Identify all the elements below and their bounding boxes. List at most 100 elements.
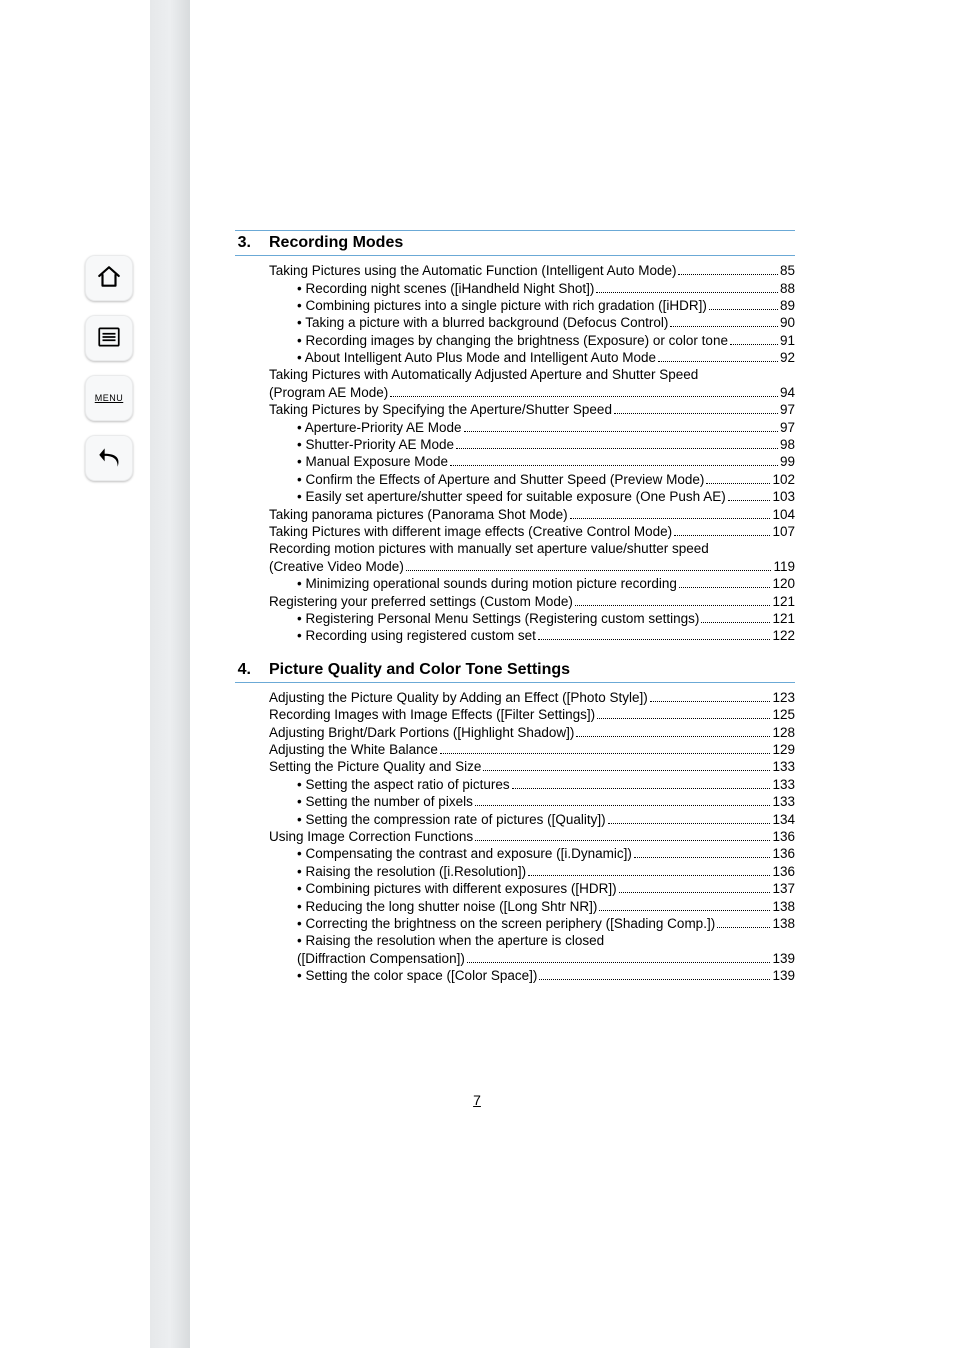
- toc-page-number: 139: [772, 967, 795, 984]
- toc-entry-text: • About Intelligent Auto Plus Mode and I…: [297, 349, 656, 366]
- toc-leader-dots: [597, 706, 770, 719]
- toc-page-number: 122: [772, 627, 795, 644]
- home-button[interactable]: [85, 255, 133, 301]
- toc-page-number: 88: [780, 280, 795, 297]
- toc-page-number: 121: [772, 593, 795, 610]
- toc-sub-entry[interactable]: • Setting the aspect ratio of pictures13…: [269, 776, 795, 793]
- toc-entry[interactable]: Taking panorama pictures (Panorama Shot …: [269, 506, 795, 523]
- toc-entry-text: (Creative Video Mode): [269, 558, 404, 575]
- toc-sub-entry[interactable]: • Shutter-Priority AE Mode98: [269, 436, 795, 453]
- section-number: 3.: [235, 234, 251, 252]
- toc-entry[interactable]: Taking Pictures with different image eff…: [269, 523, 795, 540]
- toc-sub-entry[interactable]: • Combining pictures with different expo…: [269, 880, 795, 897]
- toc-entry[interactable]: Setting the Picture Quality and Size 133: [269, 758, 795, 775]
- toc-entry-text: • Raising the resolution ([i.Resolution]…: [297, 863, 526, 880]
- section-number: 4.: [235, 661, 251, 679]
- toc-entry-text: Registering your preferred settings (Cus…: [269, 593, 573, 610]
- toc-button[interactable]: [85, 315, 133, 361]
- toc-entry[interactable]: (Program AE Mode)94: [269, 384, 795, 401]
- toc-entry[interactable]: (Creative Video Mode) 119: [269, 558, 795, 575]
- toc-entry[interactable]: Adjusting Bright/Dark Portions ([Highlig…: [269, 723, 795, 740]
- toc-leader-dots: [450, 453, 778, 466]
- toolbar: MENU: [85, 255, 137, 481]
- toc-page-number: 136: [772, 845, 795, 862]
- toc-entry[interactable]: Taking Pictures by Specifying the Apertu…: [269, 401, 795, 418]
- toc-page-number: 138: [772, 898, 795, 915]
- toc-sub-entry[interactable]: • Easily set aperture/shutter speed for …: [269, 488, 795, 505]
- toc-page-number: 139: [772, 950, 795, 967]
- toc-entry-text: • Taking a picture with a blurred backgr…: [297, 314, 668, 331]
- toc-sub-entry[interactable]: • Correcting the brightness on the scree…: [269, 915, 795, 932]
- toc-leader-dots: [475, 793, 771, 806]
- toc-sub-entry[interactable]: • Taking a picture with a blurred backgr…: [269, 314, 795, 331]
- toc-sub-entry[interactable]: • Recording using registered custom set 1…: [269, 627, 795, 644]
- toc-sub-entry[interactable]: • Registering Personal Menu Settings (Re…: [269, 610, 795, 627]
- toc-leader-dots: [599, 898, 770, 911]
- toc-sub-entry[interactable]: • Aperture-Priority AE Mode97: [269, 419, 795, 436]
- toc-entry-text: • Setting the color space ([Color Space]…: [297, 967, 537, 984]
- toc-sub-entry[interactable]: • Reducing the long shutter noise ([Long…: [269, 898, 795, 915]
- toc-entry[interactable]: Registering your preferred settings (Cus…: [269, 592, 795, 609]
- toc-sub-entry[interactable]: • About Intelligent Auto Plus Mode and I…: [269, 349, 795, 366]
- toc-page-number: 136: [772, 828, 795, 845]
- toc-entry[interactable]: Taking Pictures using the Automatic Func…: [269, 262, 795, 279]
- toc-sub-entry[interactable]: • Setting the compression rate of pictur…: [269, 811, 795, 828]
- toc-entry[interactable]: Recording motion pictures with manually …: [269, 540, 795, 557]
- toc-entry[interactable]: Adjusting the Picture Quality by Adding …: [269, 689, 795, 706]
- toc-leader-dots: [658, 349, 778, 362]
- menu-button[interactable]: MENU: [85, 375, 133, 421]
- toc-leader-dots: [539, 967, 770, 980]
- toc-page-number: 92: [780, 349, 795, 366]
- toc-leader-dots: [475, 828, 770, 841]
- toc-sub-entry[interactable]: • Setting the color space ([Color Space]…: [269, 967, 795, 984]
- toc-leader-dots: [538, 627, 771, 640]
- toc-sub-entry[interactable]: • Recording night scenes ([iHandheld Nig…: [269, 279, 795, 296]
- section-heading: 4.Picture Quality and Color Tone Setting…: [235, 661, 795, 683]
- toc-sub-entry[interactable]: • Minimizing operational sounds during m…: [269, 575, 795, 592]
- toc-sub-entry[interactable]: • Recording images by changing the brigh…: [269, 332, 795, 349]
- toc-sub-entry[interactable]: • Raising the resolution when the apertu…: [269, 932, 795, 949]
- toc-sub-entry[interactable]: • Raising the resolution ([i.Resolution]…: [269, 863, 795, 880]
- toc-leader-dots: [674, 523, 770, 536]
- toc-sub-entry[interactable]: • Setting the number of pixels133: [269, 793, 795, 810]
- toc-leader-dots: [528, 863, 770, 876]
- toc-leader-dots: [679, 575, 771, 588]
- toc-entry-text: • Setting the number of pixels: [297, 793, 473, 810]
- back-button[interactable]: [85, 435, 133, 481]
- toc-leader-dots: [614, 401, 778, 414]
- toc-entry-text: Recording motion pictures with manually …: [269, 540, 709, 557]
- toc-leader-dots: [701, 610, 770, 623]
- toc-page-number: 89: [780, 297, 795, 314]
- toc-sub-entry[interactable]: • Manual Exposure Mode99: [269, 453, 795, 470]
- toc-sub-entry[interactable]: • Compensating the contrast and exposure…: [269, 845, 795, 862]
- toc-sub-entry[interactable]: ([Diffraction Compensation])139: [269, 950, 795, 967]
- toc-leader-dots: [670, 314, 778, 327]
- toc-entry-text: Adjusting Bright/Dark Portions ([Highlig…: [269, 724, 574, 741]
- toc-entry[interactable]: Using Image Correction Functions136: [269, 828, 795, 845]
- toc-entry[interactable]: Recording Images with Image Effects ([Fi…: [269, 706, 795, 723]
- toc-entry-text: • Combining pictures into a single pictu…: [297, 297, 707, 314]
- toc-page-number: 133: [772, 758, 795, 775]
- toc-entry-text: • Raising the resolution when the apertu…: [297, 932, 604, 949]
- toc-sub-entry[interactable]: • Confirm the Effects of Aperture and Sh…: [269, 471, 795, 488]
- toc-entry-text: • Recording using registered custom set: [297, 627, 536, 644]
- toc-page-number: 97: [780, 419, 795, 436]
- toc-entry-text: (Program AE Mode): [269, 384, 388, 401]
- page-number: 7: [0, 1092, 954, 1108]
- toc-page-number: 123: [772, 689, 795, 706]
- toc-page-number: 103: [772, 488, 795, 505]
- toc-page-number: 137: [772, 880, 795, 897]
- toc-entry-text: • Recording night scenes ([iHandheld Nig…: [297, 280, 594, 297]
- toc-entry[interactable]: Taking Pictures with Automatically Adjus…: [269, 366, 795, 383]
- toc-entry-text: Setting the Picture Quality and Size: [269, 758, 481, 775]
- toc-entry-text: • Reducing the long shutter noise ([Long…: [297, 898, 597, 915]
- home-icon: [96, 264, 122, 292]
- toc-entry[interactable]: Adjusting the White Balance129: [269, 741, 795, 758]
- toc-page-number: 119: [773, 558, 795, 575]
- toc-page-number: 104: [772, 506, 795, 523]
- toc-leader-dots: [464, 419, 778, 432]
- toc-leader-dots: [512, 776, 771, 789]
- toc-page-number: 134: [772, 811, 795, 828]
- toc-sub-entry[interactable]: • Combining pictures into a single pictu…: [269, 297, 795, 314]
- toc-page-number: 98: [780, 436, 795, 453]
